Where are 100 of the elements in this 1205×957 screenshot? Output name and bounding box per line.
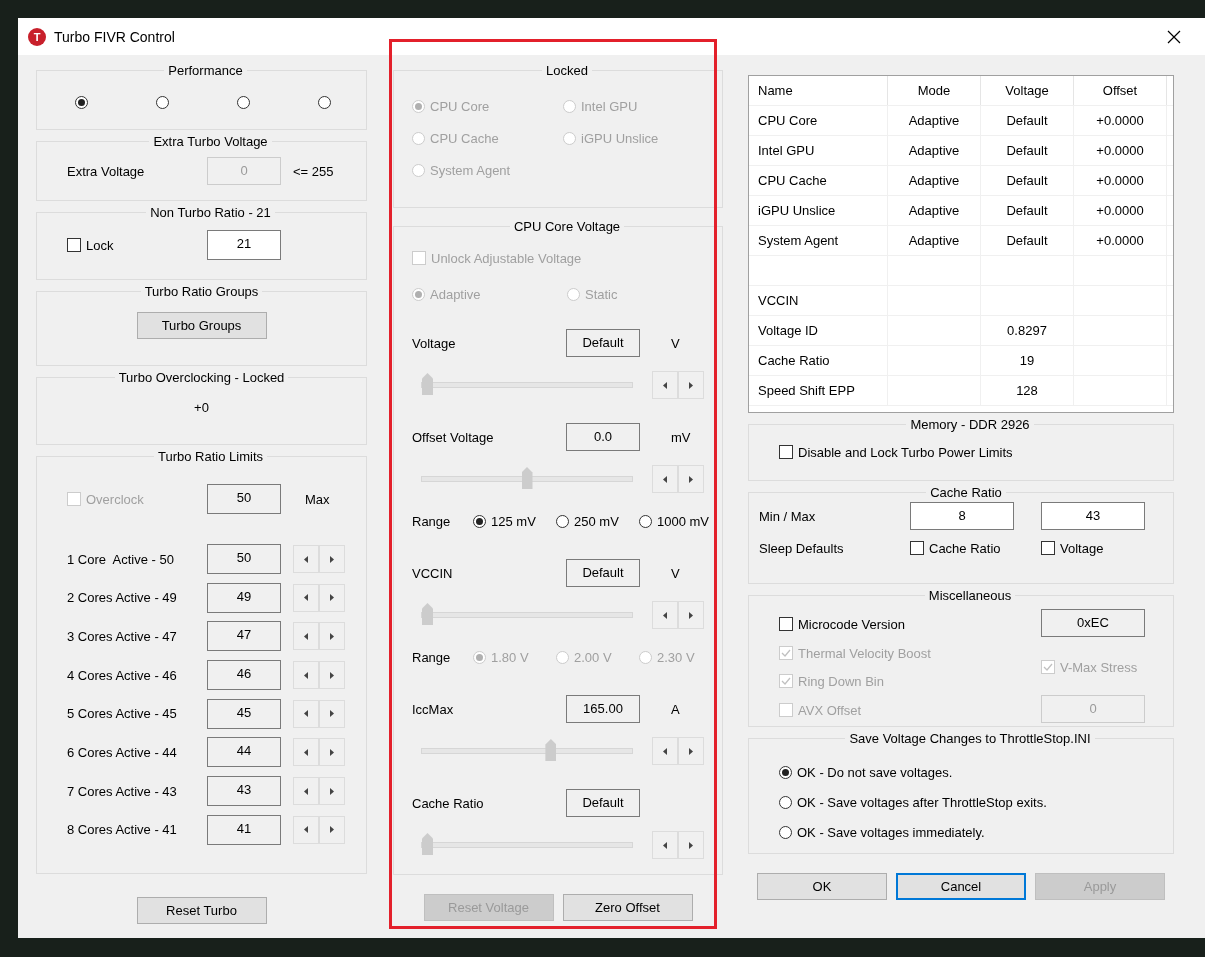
checkbox[interactable] bbox=[910, 541, 924, 555]
left-arrow-icon bbox=[304, 632, 308, 640]
decrease-button[interactable] bbox=[293, 699, 319, 728]
core-ratio-label: 6 Cores Active - 44 bbox=[67, 744, 178, 760]
value-field[interactable]: 45 bbox=[207, 698, 281, 729]
increase-button[interactable] bbox=[319, 738, 345, 767]
slider-thumb[interactable] bbox=[422, 603, 433, 625]
decrease-button[interactable] bbox=[652, 465, 678, 493]
table-cell: Default bbox=[981, 196, 1074, 225]
value-field[interactable]: 50 bbox=[207, 544, 281, 574]
decrease-button[interactable] bbox=[293, 738, 319, 767]
decrease-button[interactable] bbox=[293, 815, 319, 844]
value-field[interactable]: 0.0 bbox=[566, 423, 640, 451]
dialog-button[interactable]: Cancel bbox=[896, 873, 1026, 900]
core-ratio-label: 4 Cores Active - 46 bbox=[67, 667, 178, 683]
decrease-button[interactable] bbox=[293, 583, 319, 612]
radio-button[interactable] bbox=[156, 95, 169, 109]
value-field[interactable]: 50 bbox=[207, 484, 281, 514]
group-title: Cache Ratio bbox=[929, 485, 1003, 500]
checkbox[interactable] bbox=[779, 617, 793, 631]
value-field[interactable]: 165.00 bbox=[566, 695, 640, 723]
turbo-groups-button[interactable]: Turbo Groups bbox=[136, 311, 267, 339]
radio-label: OK - Save voltages after ThrottleStop exits. bbox=[797, 794, 1047, 810]
value-field[interactable]: 47 bbox=[207, 621, 281, 652]
decrease-button[interactable] bbox=[652, 601, 678, 629]
value-field[interactable]: 44 bbox=[207, 737, 281, 768]
checkbox[interactable] bbox=[779, 445, 793, 459]
value-field[interactable]: Default bbox=[566, 329, 640, 357]
radio-button[interactable] bbox=[318, 95, 331, 109]
increase-button[interactable] bbox=[319, 777, 345, 806]
radio-button[interactable] bbox=[639, 514, 652, 528]
value-field[interactable]: 21 bbox=[207, 230, 281, 260]
field-label: Sleep Defaults bbox=[759, 540, 845, 556]
voltage-button[interactable]: Zero Offset bbox=[562, 894, 693, 921]
group-title: Save Voltage Changes to ThrottleStop.INI bbox=[848, 731, 1092, 746]
decrease-button[interactable] bbox=[293, 622, 319, 651]
group-title: Performance bbox=[167, 63, 244, 78]
dialog-button[interactable]: OK bbox=[757, 873, 887, 900]
table-cell: Cache Ratio bbox=[749, 346, 888, 375]
value-field[interactable]: 43 bbox=[207, 776, 281, 807]
increase-button[interactable] bbox=[678, 371, 704, 399]
column-header: Offset bbox=[1074, 76, 1167, 105]
value-field[interactable]: 41 bbox=[207, 814, 281, 845]
core-ratio-label: 2 Cores Active - 49 bbox=[67, 590, 178, 606]
right-arrow-icon bbox=[330, 826, 334, 834]
control-label: Cache Ratio bbox=[412, 795, 485, 811]
radio-button[interactable] bbox=[779, 765, 792, 779]
checkmark-icon bbox=[1043, 663, 1053, 671]
radio-label: 1.80 V bbox=[491, 649, 529, 665]
increase-button[interactable] bbox=[319, 545, 345, 573]
slider-thumb[interactable] bbox=[545, 739, 557, 761]
reset-turbo-button[interactable]: Reset Turbo bbox=[136, 897, 267, 924]
table-cell: Voltage ID bbox=[749, 316, 888, 345]
left-arrow-icon bbox=[304, 671, 308, 679]
left-arrow-icon bbox=[663, 475, 667, 483]
increase-button[interactable] bbox=[678, 601, 704, 629]
table-cell: Adaptive bbox=[888, 166, 981, 195]
radio-button[interactable] bbox=[779, 795, 792, 809]
table-cell: 19 bbox=[981, 346, 1074, 375]
control-label: Voltage bbox=[412, 335, 457, 351]
table-cell: Speed Shift EPP bbox=[749, 376, 888, 405]
slider-thumb[interactable] bbox=[521, 467, 533, 489]
radio-label: OK - Save voltages immediately. bbox=[797, 824, 985, 840]
decrease-button[interactable] bbox=[652, 737, 678, 765]
core-ratio-label: 5 Cores Active - 45 bbox=[67, 706, 178, 722]
decrease-button[interactable] bbox=[652, 831, 678, 859]
limit-label: <= 255 bbox=[293, 163, 334, 179]
left-arrow-icon bbox=[304, 787, 308, 795]
slider-thumb[interactable] bbox=[422, 373, 433, 395]
increase-button[interactable] bbox=[319, 661, 345, 690]
value-field[interactable]: Default bbox=[566, 789, 640, 817]
increase-button[interactable] bbox=[678, 465, 704, 493]
radio-button[interactable] bbox=[473, 514, 486, 528]
increase-button[interactable] bbox=[319, 815, 345, 844]
decrease-button[interactable] bbox=[293, 777, 319, 806]
value-field[interactable]: 49 bbox=[207, 582, 281, 613]
radio-button[interactable] bbox=[779, 825, 792, 839]
radio-button[interactable] bbox=[556, 514, 569, 528]
right-arrow-icon bbox=[689, 381, 693, 389]
decrease-button[interactable] bbox=[293, 661, 319, 690]
unit-label: V bbox=[671, 335, 680, 351]
value-field[interactable]: Default bbox=[566, 559, 640, 587]
increase-button[interactable] bbox=[319, 699, 345, 728]
radio-button[interactable] bbox=[237, 95, 250, 109]
value-field[interactable]: 8 bbox=[910, 502, 1014, 530]
decrease-button[interactable] bbox=[652, 371, 678, 399]
checkbox[interactable] bbox=[67, 238, 81, 252]
increase-button[interactable] bbox=[678, 737, 704, 765]
checkbox[interactable] bbox=[1041, 541, 1055, 555]
value-field[interactable]: 46 bbox=[207, 660, 281, 691]
decrease-button[interactable] bbox=[293, 545, 319, 573]
value-field[interactable]: 0xEC bbox=[1041, 609, 1145, 637]
increase-button[interactable] bbox=[319, 622, 345, 651]
radio-button[interactable] bbox=[75, 95, 88, 109]
radio-label: Static bbox=[585, 286, 618, 302]
increase-button[interactable] bbox=[319, 583, 345, 612]
slider-thumb[interactable] bbox=[422, 833, 433, 855]
value-field[interactable]: 43 bbox=[1041, 502, 1145, 530]
increase-button[interactable] bbox=[678, 831, 704, 859]
radio-label: 125 mV bbox=[491, 513, 536, 529]
